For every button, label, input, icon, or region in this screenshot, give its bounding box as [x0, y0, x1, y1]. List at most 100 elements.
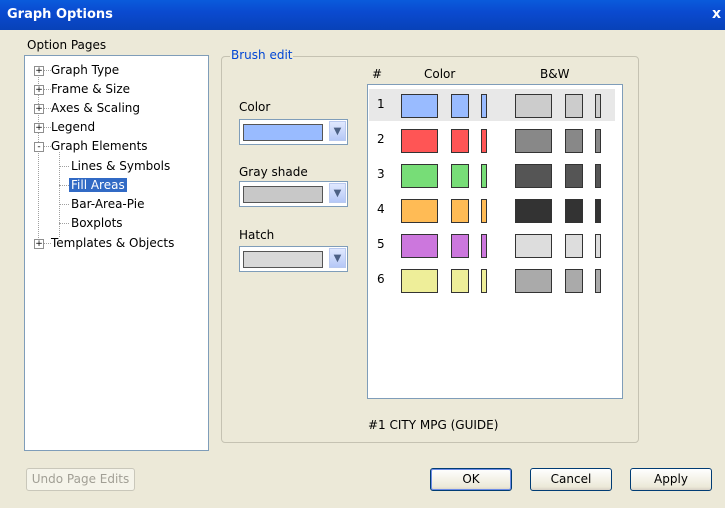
gray-swatch-large [515, 164, 552, 188]
brush-row-number: 4 [377, 202, 385, 216]
color-swatch-medium [451, 94, 469, 118]
chevron-down-icon[interactable]: ▼ [329, 248, 346, 268]
scrollbar[interactable] [616, 85, 622, 398]
brush-row[interactable]: 4 [369, 194, 615, 226]
color-dropdown[interactable]: ▼ [239, 119, 348, 145]
color-swatch-large [401, 199, 438, 223]
tree-item-label: Lines & Symbols [71, 159, 171, 173]
brush-row-number: 3 [377, 167, 385, 181]
brush-row[interactable]: 1 [369, 89, 615, 121]
close-icon[interactable]: x [712, 6, 721, 22]
tree-item-templates-objects[interactable]: + Templates & Objects [34, 234, 174, 252]
gray-swatch-large [515, 234, 552, 258]
expand-icon[interactable]: + [34, 239, 44, 249]
gray-swatch-large [515, 94, 552, 118]
gray-swatch [243, 186, 323, 203]
hatch-dropdown[interactable]: ▼ [239, 246, 348, 272]
brush-list[interactable]: 1 2 3 4 5 6 [367, 84, 623, 399]
color-swatch-medium [451, 199, 469, 223]
brush-row-number: 1 [377, 97, 385, 111]
gray-swatch-narrow [595, 94, 601, 118]
gray-swatch-medium [565, 129, 583, 153]
column-header-bw: B&W [540, 67, 570, 81]
gray-swatch-medium [565, 199, 583, 223]
ok-button[interactable]: OK [430, 468, 512, 491]
gray-swatch-medium [565, 269, 583, 293]
undo-page-edits-button[interactable]: Undo Page Edits [26, 468, 135, 491]
brush-row[interactable]: 5 [369, 229, 615, 261]
tree-item-label: Templates & Objects [51, 236, 175, 250]
chevron-down-icon[interactable]: ▼ [329, 183, 346, 203]
tree-item-lines-symbols[interactable]: Lines & Symbols [71, 157, 170, 175]
color-swatch-narrow [481, 94, 487, 118]
title-bar: Graph Options x [0, 0, 725, 30]
chevron-down-icon[interactable]: ▼ [329, 121, 346, 141]
gray-swatch-medium [565, 234, 583, 258]
gray-shade-dropdown[interactable]: ▼ [239, 181, 348, 207]
hatch-label: Hatch [239, 228, 275, 242]
color-swatch-large [401, 269, 438, 293]
color-label: Color [239, 100, 271, 114]
expand-icon[interactable]: + [34, 104, 44, 114]
window-title: Graph Options [7, 7, 113, 22]
gray-shade-label: Gray shade [239, 165, 308, 179]
brush-row[interactable]: 6 [369, 264, 615, 296]
color-swatch-large [401, 234, 438, 258]
gray-swatch-large [515, 269, 552, 293]
brush-row-number: 6 [377, 272, 385, 286]
gray-swatch-medium [565, 164, 583, 188]
column-header-num: # [372, 67, 383, 81]
option-pages-tree[interactable]: + Graph Type + Frame & Size + Axes & Sca… [24, 55, 209, 451]
color-swatch-narrow [481, 269, 487, 293]
gray-swatch-narrow [595, 269, 601, 293]
tree-item-label: Graph Type [51, 63, 120, 77]
color-swatch-medium [451, 164, 469, 188]
tree-item-boxplots[interactable]: Boxplots [71, 214, 123, 232]
collapse-icon[interactable]: - [34, 142, 44, 152]
tree-item-label: Axes & Scaling [51, 101, 141, 115]
apply-button[interactable]: Apply [630, 468, 712, 491]
expand-icon[interactable]: + [34, 123, 44, 133]
gray-swatch-narrow [595, 164, 601, 188]
selection-caption: #1 CITY MPG (GUIDE) [368, 418, 499, 432]
expand-icon[interactable]: + [34, 66, 44, 76]
color-swatch-medium [451, 269, 469, 293]
tree-item-bar-area-pie[interactable]: Bar-Area-Pie [71, 195, 144, 213]
tree-item-label: Bar-Area-Pie [71, 197, 145, 211]
gray-swatch-narrow [595, 129, 601, 153]
color-swatch-large [401, 94, 438, 118]
tree-item-legend[interactable]: + Legend [34, 118, 95, 136]
gray-swatch-medium [565, 94, 583, 118]
brush-row-number: 2 [377, 132, 385, 146]
tree-item-label: Legend [51, 120, 96, 134]
color-swatch-medium [451, 129, 469, 153]
gray-swatch-narrow [595, 199, 601, 223]
color-swatch-narrow [481, 199, 487, 223]
tree-item-label: Boxplots [71, 216, 123, 230]
color-swatch-large [401, 129, 438, 153]
tree-item-label: Fill Areas [69, 178, 127, 192]
tree-item-graph-elements[interactable]: - Graph Elements [34, 137, 148, 155]
color-swatch-narrow [481, 234, 487, 258]
expand-icon[interactable]: + [34, 85, 44, 95]
tree-item-graph-type[interactable]: + Graph Type [34, 61, 119, 79]
color-swatch-medium [451, 234, 469, 258]
color-swatch-narrow [481, 164, 487, 188]
tree-item-fill-areas[interactable]: Fill Areas [69, 176, 127, 194]
hatch-swatch [243, 251, 323, 268]
brush-row[interactable]: 3 [369, 159, 615, 191]
gray-swatch-large [515, 199, 552, 223]
gray-swatch-narrow [595, 234, 601, 258]
tree-item-label: Graph Elements [51, 139, 148, 153]
gray-swatch-large [515, 129, 552, 153]
tree-item-frame-size[interactable]: + Frame & Size [34, 80, 130, 98]
color-swatch-large [401, 164, 438, 188]
tree-item-label: Frame & Size [51, 82, 131, 96]
tree-item-axes-scaling[interactable]: + Axes & Scaling [34, 99, 140, 117]
color-swatch-narrow [481, 129, 487, 153]
option-pages-label: Option Pages [27, 38, 107, 52]
brush-row[interactable]: 2 [369, 124, 615, 156]
brush-row-number: 5 [377, 237, 385, 251]
color-swatch [243, 124, 323, 141]
cancel-button[interactable]: Cancel [530, 468, 612, 491]
